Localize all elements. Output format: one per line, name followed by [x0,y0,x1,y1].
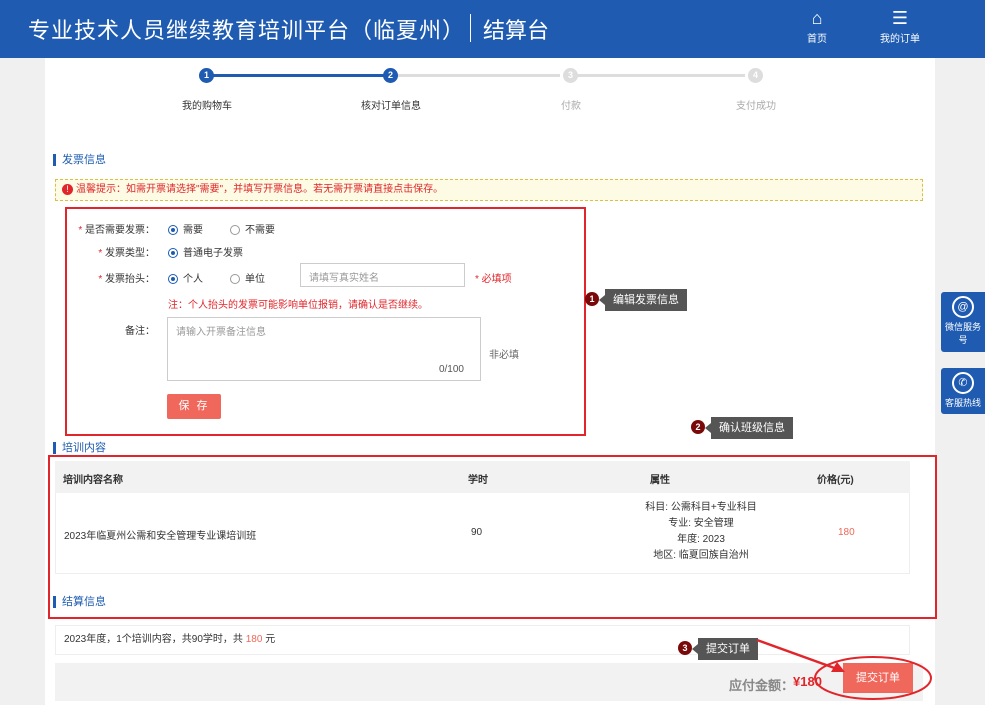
attr-major: 专业: 安全管理 [668,518,734,529]
save-button[interactable]: 保 存 [167,394,221,419]
need-invoice-label: * 是否需要发票： [78,225,155,236]
step-4-dot: 4 [748,68,763,83]
course-hours: 90 [471,527,483,538]
invoice-notice: ! 温馨提示：如需开票请选择"需要"，并填写开票信息。若无需开票请直接点击保存。 [55,179,923,201]
top-bar: 专业技术人员继续教育培训平台（临夏州） 结算台 ⌂ 首页 ☰ 我的订单 [0,0,985,58]
callout-confirm-class: 确认班级信息 [705,417,793,439]
phone-icon: ✆ [952,372,974,394]
personal-invoice-warning: 注：个人抬头的发票可能影响单位报销，请确认是否继续。 [168,300,428,311]
remark-textarea[interactable]: 请输入开票备注信息 0/100 [167,317,481,381]
callout-edit-invoice: 编辑发票信息 [599,289,687,311]
invoice-section-title: 发票信息 [53,154,106,166]
callout-2-badge: 2 [691,420,705,434]
step-2-dot: 2 [383,68,398,83]
col-name: 培训内容名称 [63,475,123,486]
required-hint: * 必填项 [475,274,512,285]
course-name: 2023年临夏州公需和安全管理专业课培训班 [64,531,257,542]
invoice-header-company[interactable]: 单位 [230,270,265,285]
step-1-dot: 1 [199,68,214,83]
notice-text: 温馨提示：如需开票请选择"需要"，并填写开票信息。若无需开票请直接点击保存。 [76,184,444,195]
hotline-button[interactable]: ✆ 客服热线 [941,368,985,414]
radio-checked-icon [168,248,178,258]
radio-unchecked-icon [230,274,240,284]
summary-text: 2023年度，1个培训内容，共90学时，共 [64,634,243,645]
order-icon: ☰ [891,8,909,28]
highlight-ellipse [814,656,932,700]
summary-unit: 元 [265,634,276,645]
col-hours: 学时 [468,475,488,486]
invoice-header-label: * 发票抬头： [98,274,155,285]
need-invoice-yes[interactable]: 需要 [168,221,203,236]
attr-region: 地区: 临夏回族自治州 [653,550,749,561]
checkout-panel: 1 2 3 4 我的购物车 核对订单信息 付款 支付成功 发票信息 ! 温馨提示：… [45,58,937,705]
warning-icon: ! [62,184,73,195]
title-divider [470,14,471,42]
step-3-label: 付款 [561,101,581,112]
nav-my-orders[interactable]: ☰ 我的订单 [878,6,922,45]
nav-home-label: 首页 [807,34,827,45]
col-price: 价格(元) [817,475,854,486]
course-price: 180 [838,527,855,538]
step-3-dot: 3 [563,68,578,83]
step-2-label: 核对订单信息 [361,101,421,112]
course-attributes: 科目: 公需科目+专业科目 专业: 安全管理 年度: 2023 地区: 临夏回族… [566,500,836,564]
summary-amount: 180 [245,634,263,645]
attr-subject: 科目: 公需科目+专业科目 [645,502,757,513]
platform-title: 专业技术人员继续教育培训平台（临夏州） [28,18,466,43]
nav-orders-label: 我的订单 [880,34,920,45]
callout-3-badge: 3 [678,641,692,655]
callout-1-badge: 1 [585,292,599,306]
hotline-label: 客服热线 [944,398,981,408]
radio-checked-icon [168,274,178,284]
col-attrs: 属性 [650,475,670,486]
home-icon: ⌂ [811,8,823,28]
table-row: 2023年临夏州公需和安全管理专业课培训班 90 科目: 公需科目+专业科目 专… [55,493,910,574]
page-title: 结算台 [483,18,550,43]
invoice-type-label: * 发票类型： [98,248,155,259]
optional-hint: 非必填 [489,350,519,361]
step-4-label: 支付成功 [736,101,776,112]
real-name-input[interactable]: 请填写真实姓名 [300,263,465,287]
remark-label: 备注： [125,326,155,337]
remark-placeholder: 请输入开票备注信息 [176,327,266,338]
step-connector-1 [205,74,385,77]
settlement-section-title: 结算信息 [53,596,106,608]
step-connector-2 [390,74,560,77]
radio-unchecked-icon [230,225,240,235]
nav-home[interactable]: ⌂ 首页 [795,6,839,45]
wechat-service-button[interactable]: @ 微信服务号 [941,292,985,352]
wechat-label: 微信服务号 [944,322,981,345]
invoice-header-personal[interactable]: 个人 [168,270,203,285]
table-header: 培训内容名称 学时 属性 价格(元) [55,461,910,493]
need-invoice-no[interactable]: 不需要 [230,221,275,236]
annotation-arrow-overlay [756,638,932,700]
step-connector-3 [570,74,745,77]
step-1-label: 我的购物车 [182,101,232,112]
remark-counter: 0/100 [438,364,464,375]
invoice-type-electronic[interactable]: 普通电子发票 [168,244,243,259]
wechat-icon: @ [952,296,974,318]
attr-year: 年度: 2023 [677,534,725,545]
radio-checked-icon [168,225,178,235]
progress-steps: 1 2 3 4 我的购物车 核对订单信息 付款 支付成功 [45,58,935,118]
training-section-title: 培训内容 [53,442,106,454]
